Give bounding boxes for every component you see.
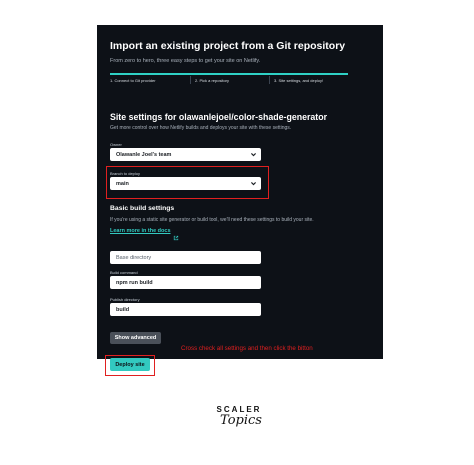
basic-build-settings-subtitle: If you're using a static site generator …	[110, 217, 314, 223]
site-settings-subtitle: Get more control over how Netlify builds…	[110, 125, 292, 131]
page-subtitle: From zero to hero, three easy steps to g…	[110, 58, 261, 64]
page-title: Import an existing project from a Git re…	[110, 40, 346, 52]
step-divider	[269, 76, 270, 84]
branch-select[interactable]: main	[110, 177, 261, 190]
publish-directory-input[interactable]: build	[110, 303, 261, 316]
external-link-icon	[173, 228, 179, 241]
base-directory-input[interactable]: Base directory	[110, 251, 261, 264]
instruction-annotation: Cross check all settings and then click …	[181, 345, 313, 352]
owner-value: Olawanle Joel's team	[116, 151, 172, 158]
publish-directory-label: Publish directory	[110, 297, 140, 302]
learn-more-docs-link[interactable]: Learn more in the docs	[110, 228, 171, 234]
basic-build-settings-title: Basic build settings	[110, 205, 175, 212]
topics-logo-text: Topics	[220, 413, 262, 428]
branch-label: Branch to deploy	[110, 171, 141, 176]
build-command-label: Build command	[110, 270, 138, 275]
owner-label: Owner	[110, 142, 122, 147]
step-divider	[190, 76, 191, 84]
steps-progress-bar	[110, 73, 348, 75]
deploy-site-button[interactable]: Deploy site	[110, 358, 150, 371]
netlify-import-panel: Import an existing project from a Git re…	[97, 25, 383, 359]
show-advanced-button[interactable]: Show advanced	[110, 332, 161, 344]
step-pick-repository[interactable]: 2. Pick a repository	[195, 78, 229, 83]
chevron-down-icon	[250, 151, 257, 158]
step-site-settings[interactable]: 3. Site settings, and deploy!	[274, 78, 323, 83]
site-settings-title: Site settings for olawanlejoel/color-sha…	[110, 112, 328, 122]
chevron-down-icon	[250, 180, 257, 187]
step-connect-git[interactable]: 1. Connect to Git provider	[110, 78, 156, 83]
branch-value: main	[116, 180, 129, 187]
build-command-input[interactable]: npm run build	[110, 276, 261, 289]
owner-select[interactable]: Olawanle Joel's team	[110, 148, 261, 161]
